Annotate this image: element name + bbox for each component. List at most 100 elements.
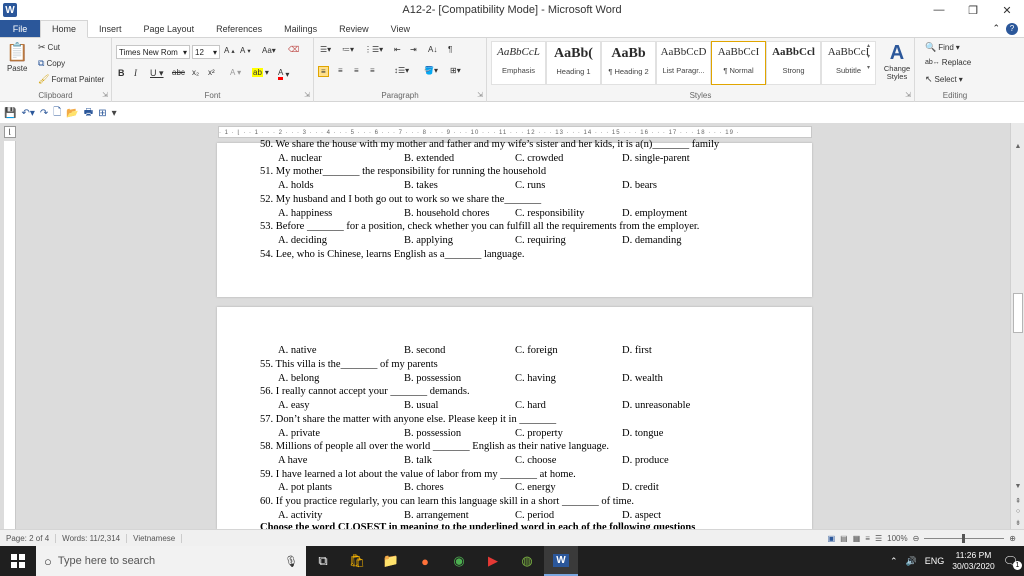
find-button[interactable]: 🔍 Find ▾ [925,42,960,53]
collapse-ribbon-icon[interactable]: ⌃ [992,23,1000,34]
clipboard-launcher-icon[interactable]: ⇲ [102,91,108,99]
scroll-down-icon[interactable]: ▼ [1011,483,1024,490]
undo-icon[interactable]: ↶▾ [21,108,34,119]
tab-review[interactable]: Review [328,20,380,37]
help-icon[interactable]: ? [1006,22,1018,35]
cut-button[interactable]: ✂ Cut [38,42,60,53]
open-folder-icon[interactable]: 📂 [66,108,78,119]
zoom-thumb[interactable] [962,533,966,543]
select-button[interactable]: ↖ Select ▾ [925,74,963,85]
zoom-in-icon[interactable]: ⊕ [1009,534,1016,543]
input-language[interactable]: ENG [925,556,945,566]
scroll-up-icon[interactable]: ▲ [1011,143,1024,150]
customize-qat-icon[interactable]: ▾ [112,108,117,119]
redo-icon[interactable]: ↷ [40,108,48,119]
language-indicator[interactable]: Vietnamese [127,533,183,543]
zoom-out-icon[interactable]: ⊖ [913,534,920,543]
styles-launcher-icon[interactable]: ⇲ [905,91,911,99]
italic-button[interactable]: I [134,68,137,78]
tab-references[interactable]: References [205,20,273,37]
font-color-button[interactable]: A ▾ [278,68,289,80]
borders-button[interactable]: ⊞▾ [450,66,461,75]
numbering-button[interactable]: ≔▾ [342,45,354,54]
start-button[interactable] [0,546,36,576]
prev-page-icon[interactable]: ⇞ [1011,497,1024,505]
green-app-icon[interactable]: ◍ [510,546,544,576]
style-heading-1[interactable]: AaBb(Heading 1 [546,41,601,85]
print-layout-icon[interactable]: ▣ [828,534,836,543]
decrease-indent-button[interactable]: ⇤ [394,45,401,54]
store-icon[interactable]: 🛍 [340,546,374,576]
tab-file[interactable]: File [0,20,40,37]
change-styles-button[interactable]: A Change Styles [879,42,915,81]
scroll-thumb[interactable] [1013,293,1023,333]
file-explorer-icon[interactable]: 📁 [374,546,408,576]
justify-button[interactable]: ≡ [370,66,375,75]
volume-icon[interactable]: 🔊 [905,556,916,567]
outline-icon[interactable]: ≡ [865,534,870,543]
style-strong[interactable]: AaBbCcl Strong [766,41,821,85]
print-preview-icon[interactable]: 🖶 [84,105,93,122]
new-document-icon[interactable]: 🗋 [53,105,61,122]
notification-icon[interactable]: 🗨 1 [1003,554,1022,570]
styles-scroll-icon[interactable]: ▴ ▾ ▾ [867,42,870,71]
line-spacing-button[interactable]: ↕☰▾ [394,66,409,75]
align-left-button[interactable]: ≡ [318,66,329,77]
tray-chevron-icon[interactable]: ⌃ [890,556,898,567]
grow-font-button[interactable]: A ▴ [224,46,235,55]
multilevel-list-button[interactable]: ⋮☰▾ [364,45,383,54]
vertical-scrollbar[interactable]: ▲ ▼ ⇞ ○ ⇟ [1010,123,1024,529]
increase-indent-button[interactable]: ⇥ [410,45,417,54]
restore-icon[interactable]: ❐ [956,0,990,20]
vertical-ruler[interactable] [4,141,16,529]
copy-button[interactable]: ⧉ Copy [38,58,65,69]
word-count[interactable]: Words: 11/2,314 [56,533,128,543]
firefox-icon[interactable]: ● [408,546,442,576]
replace-button[interactable]: ab↔ Replace [925,58,971,67]
style-heading-2[interactable]: AaBb ¶ Heading 2 [601,41,656,85]
bold-button[interactable]: B [118,68,125,78]
change-case-button[interactable]: Aa▾ [262,46,276,55]
tab-insert[interactable]: Insert [88,20,133,37]
task-view-icon[interactable]: ⧉ [306,546,340,576]
strikethrough-button[interactable]: abc [172,68,185,77]
page-1[interactable]: 50. We share the house with my mother an… [217,139,812,297]
style-list-paragraph[interactable]: AaBbCcD List Paragr... [656,41,711,85]
web-layout-icon[interactable]: ▦ [853,534,861,543]
highlight-button[interactable]: ab ▾ [252,68,269,77]
tab-home[interactable]: Home [40,20,89,38]
media-app-icon[interactable]: ▶ [476,546,510,576]
horizontal-ruler[interactable]: · 1 · ⌊ · · 1 · · · 2 · · · 3 · · · 4 · … [218,126,812,138]
bullets-button[interactable]: ☰▾ [320,45,331,54]
tab-selector[interactable]: ⌊ [4,126,16,138]
style-emphasis[interactable]: AaBbCcL Emphasis [491,41,546,85]
sort-button[interactable]: A↓ [428,45,437,54]
paragraph-launcher-icon[interactable]: ⇲ [477,91,483,99]
text-effects-button[interactable]: A ▾ [230,68,241,77]
save-icon[interactable]: 💾 [4,108,16,119]
shrink-font-button[interactable]: A ▾ [240,46,251,55]
underline-button[interactable]: U ▾ [150,68,164,79]
show-marks-button[interactable]: ¶ [448,45,452,54]
page-2[interactable]: A. native B. second C. foreign D. first … [217,307,812,533]
font-launcher-icon[interactable]: ⇲ [304,91,310,99]
browse-object-icon[interactable]: ○ [1011,508,1024,515]
shading-button[interactable]: 🪣▾ [424,66,438,75]
tab-mailings[interactable]: Mailings [273,20,328,37]
full-screen-icon[interactable]: ▤ [840,534,848,543]
draft-icon[interactable]: ☰ [875,534,882,543]
paste-button[interactable]: 📋 Paste [6,42,28,73]
zoom-slider[interactable] [924,533,1005,543]
tab-view[interactable]: View [380,20,421,37]
align-center-button[interactable]: ≡ [338,66,343,75]
word-taskbar-icon[interactable]: W [544,546,578,576]
table-icon[interactable]: ⊞ [98,108,106,119]
chrome-icon[interactable]: ◉ [442,546,476,576]
microphone-icon[interactable]: 🎙 [284,555,298,568]
clear-formatting-icon[interactable]: ⌫ [288,45,299,54]
clock[interactable]: 11:26 PM 30/03/2020 [952,550,995,572]
subscript-button[interactable]: x₂ [192,68,199,77]
superscript-button[interactable]: x² [208,68,215,77]
style-normal[interactable]: AaBbCcI ¶ Normal [711,41,766,85]
format-painter-button[interactable]: 🖌 Format Painter [38,74,104,85]
